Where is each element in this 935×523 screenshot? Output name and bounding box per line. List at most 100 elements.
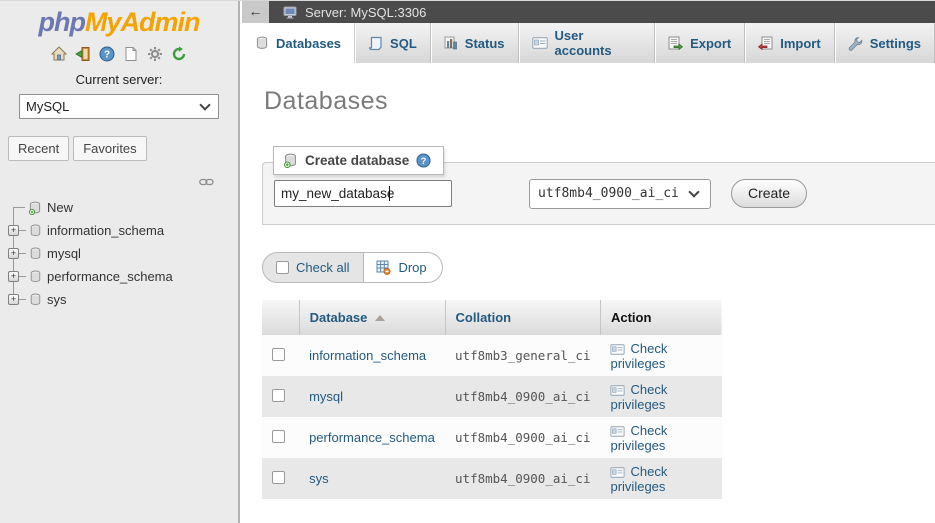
sort-asc-icon [375,315,386,321]
status-chart-icon [444,36,458,50]
settings-wrench-icon [848,36,863,51]
tree-item-performance-schema[interactable]: + performance_schema [0,265,238,288]
database-link[interactable]: mysql [309,389,343,404]
table-row: information_schema utf8mb3_general_ci Ch… [262,335,722,376]
collation-value: utf8mb3_general_ci [455,348,591,363]
tab-settings[interactable]: Settings [835,23,935,63]
database-icon [255,36,269,50]
privileges-card-icon [610,343,626,355]
refresh-icon[interactable] [171,46,188,63]
server-title: Server: MySQL:3306 [305,4,427,20]
table-row: sys utf8mb4_0900_ai_ci Check privileges [262,458,722,499]
create-database-fieldset: Create database ? utf8mb4_0900_ai_ci Cre… [262,146,935,225]
databases-table: Database Collation Action information_sc… [262,300,722,499]
logo-php-text: php [38,7,86,37]
row-checkbox[interactable] [272,429,285,443]
server-topbar: ← Server: MySQL:3306 [242,1,935,23]
export-icon [668,36,684,51]
tree-item-new[interactable]: New [0,196,238,219]
tree-item-label: mysql [47,246,81,261]
page-title: Databases [264,87,389,115]
create-button[interactable]: Create [731,179,808,208]
drop-button[interactable]: Drop [364,252,443,283]
help-icon[interactable]: ? [99,46,116,63]
header-collation: Collation [444,300,601,335]
database-tree: New + information_schema + mysql + perfo… [0,196,238,311]
tab-user-accounts[interactable]: User accounts [519,23,656,63]
tab-recent[interactable]: Recent [8,136,70,161]
database-add-icon [28,201,42,215]
database-icon [29,293,42,306]
link-row [0,174,238,188]
database-icon [29,270,42,283]
sort-database-link[interactable]: Database [310,310,368,325]
tree-item-information-schema[interactable]: + information_schema [0,219,238,242]
database-link[interactable]: sys [309,471,329,486]
main-area: ← Server: MySQL:3306 Databases SQL Statu… [242,1,935,523]
logo-myadmin-text: MyAdmin [84,7,200,37]
expand-icon[interactable]: + [8,294,19,305]
phpmyadmin-logo[interactable]: phpMyAdmin [0,7,238,38]
header-database: Database [298,300,446,335]
collation-value: utf8mb4_0900_ai_ci [455,389,591,404]
collation-select-wrap: utf8mb4_0900_ai_ci [529,178,711,209]
collation-select[interactable]: utf8mb4_0900_ai_ci [529,178,711,209]
database-icon [29,224,42,237]
header-action: Action [599,300,722,335]
tree-item-label: sys [47,292,67,307]
row-checkbox[interactable] [272,347,285,361]
database-link[interactable]: information_schema [309,348,426,363]
privileges-card-icon [610,384,626,396]
tab-sql[interactable]: SQL [355,23,431,63]
docs-icon[interactable] [123,46,140,63]
svg-text:?: ? [421,156,427,166]
database-icon [29,247,42,260]
privileges-card-icon [610,466,626,478]
tree-item-sys[interactable]: + sys [0,288,238,311]
database-add-icon [283,153,298,169]
database-name-wrap [274,180,452,207]
check-all-checkbox[interactable] [276,261,289,274]
row-checkbox[interactable] [272,470,285,484]
unlink-panel-icon[interactable] [199,174,214,191]
database-link[interactable]: performance_schema [309,430,435,445]
current-server-label: Current server: [75,72,163,87]
settings-icon[interactable] [147,46,164,63]
sql-icon [368,36,383,51]
create-database-legend: Create database ? [273,146,445,175]
bulk-actions: Check all Drop [262,252,443,283]
tree-item-label: performance_schema [47,269,173,284]
user-accounts-icon [531,37,548,49]
database-name-input[interactable] [274,180,452,207]
tab-status[interactable]: Status [431,23,519,63]
tab-export[interactable]: Export [655,23,746,63]
logout-icon[interactable] [75,46,92,63]
main-tab-bar: Databases SQL Status User accounts Expor… [242,23,935,63]
tab-import[interactable]: Import [745,23,835,63]
expand-icon[interactable]: + [8,248,19,259]
server-select-wrap: MySQL [19,94,219,119]
check-all-button[interactable]: Check all [262,252,365,283]
tree-item-mysql[interactable]: + mysql [0,242,238,265]
home-icon[interactable] [51,46,68,63]
navigation-panel: phpMyAdmin ? Current server: MySQL Recen… [0,1,240,523]
tab-favorites[interactable]: Favorites [73,136,147,161]
header-checkbox-cell [262,300,299,335]
privileges-card-icon [610,425,626,437]
collation-value: utf8mb4_0900_ai_ci [455,471,591,486]
collapse-panel-button[interactable]: ← [242,1,269,23]
expand-icon[interactable]: + [8,271,19,282]
table-header-row: Database Collation Action [262,300,722,335]
svg-text:?: ? [104,50,110,61]
collation-value: utf8mb4_0900_ai_ci [455,430,591,445]
text-caret [389,186,390,201]
tab-databases[interactable]: Databases [242,23,356,63]
expand-icon[interactable]: + [8,225,19,236]
table-row: mysql utf8mb4_0900_ai_ci Check privilege… [262,376,722,417]
row-checkbox[interactable] [272,388,285,402]
tree-item-label: New [47,200,74,215]
server-select[interactable]: MySQL [19,94,219,119]
help-circle-icon[interactable]: ? [416,153,431,168]
import-icon [758,36,773,51]
sort-collation-link[interactable]: Collation [456,310,512,325]
